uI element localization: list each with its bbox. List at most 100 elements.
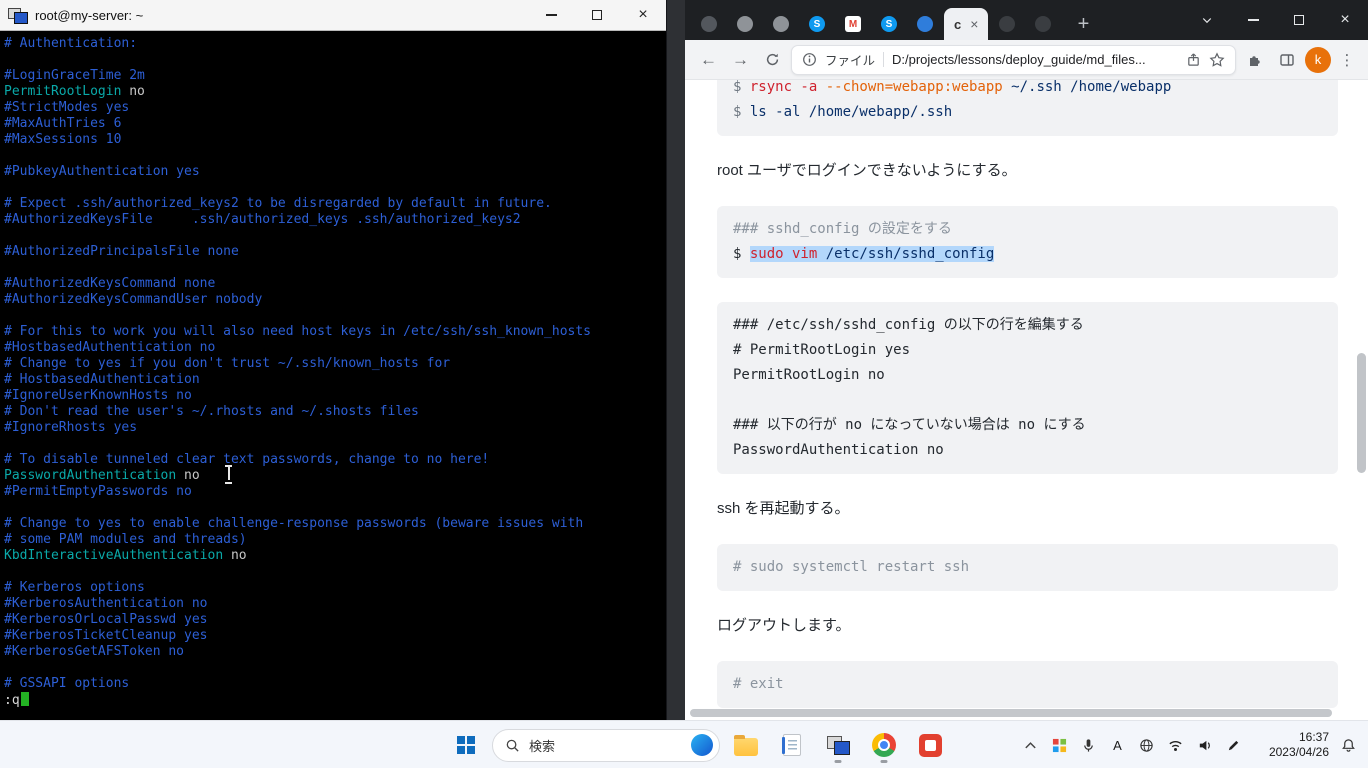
skype-tab-icon: S — [809, 16, 825, 32]
terminal-line: # Change to yes if you don't trust ~/.ss… — [4, 356, 666, 372]
pinned-tab[interactable] — [1025, 8, 1061, 40]
sidebar-icon — [1279, 52, 1295, 68]
terminal-titlebar[interactable]: root@my-server: ~ × — [0, 0, 666, 31]
terminal-line: KbdInteractiveAuthentication no — [4, 548, 666, 564]
pinned-tab[interactable] — [691, 8, 727, 40]
horizontal-scrollbar-thumb[interactable] — [690, 709, 1332, 717]
terminal-maximize-button[interactable] — [574, 0, 620, 30]
terminal-cursor — [21, 692, 29, 706]
terminal-line: #AuthorizedPrincipalsFile none — [4, 244, 666, 260]
maximize-icon — [1294, 15, 1304, 25]
tray-icons: A — [1017, 725, 1247, 765]
gray-tab-icon — [773, 16, 789, 32]
tray-chevron-up-icon[interactable] — [1017, 725, 1044, 765]
terminal-line: PasswordAuthentication no — [4, 468, 666, 484]
taskbar-app-chrome[interactable] — [864, 725, 904, 765]
back-button[interactable]: ← — [695, 46, 722, 73]
terminal-line: PermitRootLogin no — [4, 84, 666, 100]
profile-avatar[interactable]: k — [1305, 47, 1331, 73]
terminal-line: # To disable tunneled clear text passwor… — [4, 452, 666, 468]
tray-wifi-icon[interactable] — [1162, 725, 1189, 765]
code-block: ### /etc/ssh/sshd_config の以下の行を編集する# Per… — [717, 302, 1338, 474]
pinned-tab[interactable]: M — [835, 8, 871, 40]
maximize-icon — [592, 10, 602, 20]
red-app-icon — [919, 734, 942, 757]
config-key: KbdInteractiveAuthentication — [4, 548, 223, 563]
terminal-line: #KerberosAuthentication no — [4, 596, 666, 612]
pinned-tab[interactable] — [763, 8, 799, 40]
favorite-star-icon[interactable] — [1209, 52, 1225, 68]
tab-search-chevron-icon — [1201, 14, 1213, 26]
skype-tab-icon: S — [881, 16, 897, 32]
tray-pen-icon[interactable] — [1220, 725, 1247, 765]
back-icon: ← — [700, 50, 717, 70]
terminal-line: # For this to work you will also need ho… — [4, 324, 666, 340]
terminal-close-button[interactable]: × — [620, 0, 666, 30]
taskbar-app-file-explorer[interactable] — [726, 725, 766, 765]
notepad-icon — [783, 734, 801, 756]
code-line: ### sshd_config の設定をする — [733, 217, 1322, 242]
terminal-line: #StrictModes yes — [4, 100, 666, 116]
terminal-body[interactable]: # Authentication: #LoginGraceTime 2mPerm… — [0, 31, 666, 709]
new-tab-button[interactable]: + — [1069, 10, 1097, 38]
terminal-minimize-button[interactable] — [528, 0, 574, 30]
vertical-scrollbar[interactable] — [1357, 353, 1366, 473]
tray-mic-icon[interactable] — [1075, 725, 1102, 765]
gray-tab-icon — [737, 16, 753, 32]
minimize-icon — [1248, 19, 1259, 21]
browser-content[interactable]: $ rsync -a --chown=webapp:webapp ~/.ssh … — [685, 80, 1368, 720]
markdown-body: $ rsync -a --chown=webapp:webapp ~/.ssh … — [685, 80, 1368, 708]
taskbar-apps — [726, 725, 950, 765]
tray-globe-icon[interactable] — [1133, 725, 1160, 765]
horizontal-scrollbar[interactable] — [690, 709, 1345, 717]
terminal-line: #LoginGraceTime 2m — [4, 68, 666, 84]
pinned-tab[interactable] — [989, 8, 1025, 40]
browser-minimize-button[interactable] — [1230, 0, 1276, 40]
tray-ime-indicator[interactable]: A — [1104, 725, 1131, 765]
taskbar-app-notepad[interactable] — [772, 725, 812, 765]
browser-menu-button[interactable]: ⋮ — [1336, 51, 1358, 69]
terminal-line: #KerberosGetAFSToken no — [4, 644, 666, 660]
browser-maximize-button[interactable] — [1276, 0, 1322, 40]
clock-time: 16:37 — [1257, 730, 1329, 745]
search-icon — [505, 738, 520, 753]
terminal-line: #AuthorizedKeysCommandUser nobody — [4, 292, 666, 308]
share-icon[interactable] — [1186, 52, 1201, 67]
code-block: ### sshd_config の設定をする$ sudo vim /etc/ss… — [717, 206, 1338, 278]
pinned-tab[interactable]: S — [799, 8, 835, 40]
taskbar-app-putty[interactable] — [818, 725, 858, 765]
reload-button[interactable] — [759, 46, 786, 73]
code-block: # exit — [717, 661, 1338, 708]
pinned-tab[interactable] — [907, 8, 943, 40]
start-button[interactable] — [446, 725, 486, 765]
code-line: PasswordAuthentication no — [733, 438, 1322, 463]
terminal-window: root@my-server: ~ × # Authentication: #L… — [0, 0, 667, 720]
config-key: PermitRootLogin — [4, 84, 121, 99]
forward-button[interactable]: → — [727, 46, 754, 73]
pinned-tab[interactable] — [727, 8, 763, 40]
address-bar[interactable]: ファイル D:/projects/lessons/deploy_guide/md… — [791, 45, 1236, 75]
active-tab[interactable]: c × — [944, 8, 988, 40]
page-info-icon[interactable] — [802, 52, 817, 67]
tab-close-icon[interactable]: × — [970, 17, 978, 31]
notification-center-button[interactable] — [1335, 725, 1362, 765]
close-icon: × — [1340, 12, 1349, 28]
code-line: # sudo systemctl restart ssh — [733, 555, 1322, 580]
terminal-title: root@my-server: ~ — [35, 8, 143, 23]
tray-tray-app-icon[interactable] — [1046, 725, 1073, 765]
tray-speaker-icon[interactable] — [1191, 725, 1218, 765]
browser-close-button[interactable]: × — [1322, 0, 1368, 40]
tab-search-button[interactable] — [1184, 0, 1230, 40]
reload-icon — [765, 52, 780, 67]
terminal-line: # GSSAPI options — [4, 676, 666, 692]
taskbar-search[interactable]: 検索 — [492, 729, 720, 762]
pinned-tab[interactable]: S — [871, 8, 907, 40]
code-line: # exit — [733, 672, 1322, 697]
taskbar-clock[interactable]: 16:37 2023/04/26 — [1257, 730, 1329, 760]
terminal-line: #KerberosOrLocalPasswd yes — [4, 612, 666, 628]
forward-icon: → — [732, 50, 749, 70]
taskbar-app-red-app[interactable] — [910, 725, 950, 765]
sidebar-button[interactable] — [1273, 46, 1300, 73]
url-text[interactable]: D:/projects/lessons/deploy_guide/md_file… — [892, 52, 1178, 67]
extensions-button[interactable] — [1241, 46, 1268, 73]
